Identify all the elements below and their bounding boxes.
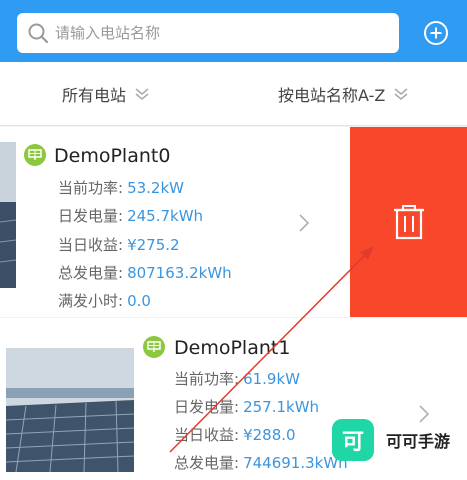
plant-filter-dropdown[interactable]: 所有电站 (62, 82, 150, 106)
row-value: ¥288.0 (243, 426, 296, 444)
daily-income-row: 当日收益: ¥288.0 (174, 424, 296, 445)
row-label: 日发电量: (174, 398, 240, 416)
watermark-text: 可可手游 (384, 426, 453, 454)
row-label: 当日收益: (58, 236, 124, 254)
daily-income-row: 当日收益: ¥275.2 (58, 234, 180, 255)
full-load-hours-row: 满发小时: 0.0 (58, 290, 151, 311)
sort-dropdown[interactable]: 按电站名称A-Z (278, 82, 409, 106)
plant-icon (143, 336, 165, 358)
sort-label: 按电站名称A-Z (278, 86, 386, 105)
plant-card[interactable]: DemoPlant0 当前功率: 53.2kW 日发电量: 245.7kWh 当日收… (0, 127, 350, 317)
search-input[interactable] (55, 24, 375, 42)
current-power-row: 当前功率: 61.9kW (174, 368, 300, 389)
row-value: 53.2kW (127, 179, 184, 197)
chevron-down-icon (394, 88, 408, 100)
daily-energy-row: 日发电量: 257.1kWh (174, 396, 319, 417)
row-label: 当前功率: (174, 370, 240, 388)
app-header (0, 0, 467, 62)
plant-name: DemoPlant1 (174, 337, 291, 359)
plant-filter-label: 所有电站 (62, 86, 127, 105)
watermark: 可 可可手游 (332, 418, 458, 462)
row-label: 当日收益: (174, 426, 240, 444)
row-label: 当前功率: (58, 179, 124, 197)
total-energy-row: 总发电量: 807163.2kWh (58, 262, 232, 283)
row-label: 总发电量: (174, 454, 240, 472)
daily-energy-row: 日发电量: 245.7kWh (58, 205, 203, 226)
row-value: ¥275.2 (127, 236, 180, 254)
add-plant-icon[interactable] (423, 20, 449, 46)
total-energy-row: 总发电量: 744691.3kWh (174, 452, 348, 473)
chevron-right-icon (299, 214, 310, 232)
watermark-logo: 可 (332, 419, 374, 461)
row-value: 0.0 (127, 292, 151, 310)
row-value: 245.7kWh (127, 207, 204, 225)
row-label: 满发小时: (58, 292, 124, 310)
search-bar[interactable] (17, 13, 399, 53)
chevron-down-icon (135, 88, 149, 100)
plant-thumbnail (6, 348, 134, 472)
row-value: 257.1kWh (243, 398, 320, 416)
row-value: 61.9kW (243, 370, 300, 388)
current-power-row: 当前功率: 53.2kW (58, 177, 184, 198)
filter-bar: 所有电站 按电站名称A-Z (0, 62, 467, 126)
plant-thumbnail (0, 142, 16, 288)
plant-name: DemoPlant0 (54, 145, 171, 167)
trash-icon (394, 205, 424, 240)
plant-icon (24, 144, 46, 166)
row-value: 807163.2kWh (127, 264, 232, 282)
row-label: 日发电量: (58, 207, 124, 225)
search-icon (28, 23, 49, 44)
row-label: 总发电量: (58, 264, 124, 282)
